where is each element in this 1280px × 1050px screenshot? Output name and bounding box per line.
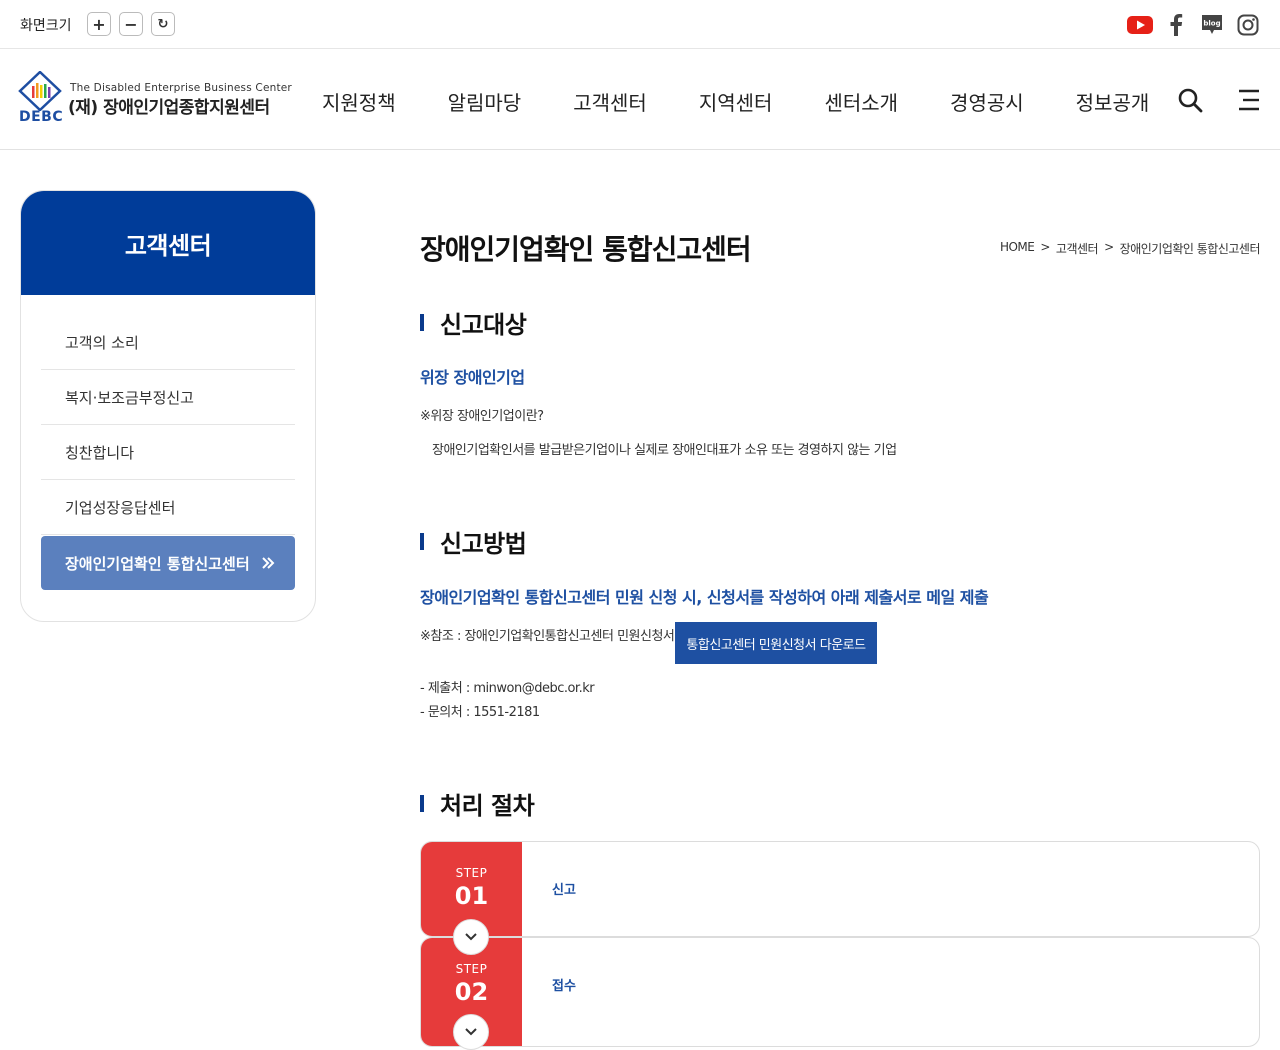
process-step-1: STEP 01 신고	[420, 841, 1260, 937]
facebook-icon[interactable]	[1163, 12, 1189, 38]
chevron-down-icon	[453, 919, 489, 955]
step-text: 접수	[552, 979, 576, 994]
sidebar-item-label: 복지·보조금부정신고	[65, 388, 194, 407]
zoom-reset-button[interactable]: ↻	[151, 12, 175, 36]
youtube-icon[interactable]	[1127, 12, 1153, 38]
report-method-subtitle: 장애인기업확인 통합신고센터 민원 신청 시, 신청서를 작성하여 아래 제출서…	[420, 588, 989, 607]
nav-item-support-policy[interactable]: 지원정책	[322, 87, 396, 116]
sidebar-item-fraud-report[interactable]: 복지·보조금부정신고	[41, 370, 295, 425]
step-label: STEP	[455, 962, 488, 976]
nav-item-management-disclosure[interactable]: 경영공시	[950, 87, 1024, 116]
step-label: STEP	[455, 866, 488, 880]
sidebar-title: 고객센터	[21, 191, 315, 295]
breadcrumb-separator: >	[1104, 240, 1114, 254]
main-navigation: 지원정책 알림마당 고객센터 지역센터 센터소개 경영공시 정보공개	[322, 87, 1201, 116]
heading-bar	[420, 795, 424, 812]
nav-item-info-disclosure[interactable]: 정보공개	[1076, 87, 1150, 116]
sidebar-item-label: 칭찬합니다	[65, 443, 135, 462]
submit-email: - 제출처 : minwon@debc.or.kr	[420, 681, 595, 696]
step-text: 신고	[552, 883, 576, 898]
nav-item-notices[interactable]: 알림마당	[448, 87, 522, 116]
breadcrumb-home[interactable]: HOME	[1000, 240, 1035, 257]
report-method-reference: ※참조 : 장애인기업확인통합신고센터 민원신청서	[420, 629, 675, 644]
step-number: 02	[454, 978, 489, 1006]
sidebar-item-growth-center[interactable]: 기업성장응답센터	[41, 480, 295, 535]
heading-bar	[420, 314, 424, 331]
nav-item-about[interactable]: 센터소개	[824, 87, 898, 116]
contact-phone: - 문의처 : 1551-2181	[420, 705, 540, 720]
report-target-definition: 장애인기업확인서를 발급받은기업이나 실제로 장애인대표가 소유 또는 경영하지…	[432, 443, 897, 458]
section-heading-text: 신고방법	[440, 530, 527, 558]
section-heading-process: 처리 절차	[420, 786, 535, 821]
heading-bar	[420, 533, 424, 550]
step-number: 01	[454, 882, 489, 910]
search-icon[interactable]	[1175, 85, 1205, 115]
section-heading-report-target: 신고대상	[420, 305, 527, 340]
section-heading-report-method: 신고방법	[420, 524, 527, 559]
logo-korean-name: (재) 장애인기업종합지원센터	[68, 98, 270, 118]
site-logo[interactable]: The Disabled Enterprise Business Center …	[18, 71, 292, 129]
sidebar-item-label: 장애인기업확인 통합신고센터	[65, 554, 250, 573]
logo-mark-icon	[18, 71, 62, 111]
sidebar-item-compliments[interactable]: 칭찬합니다	[41, 425, 295, 480]
zoom-out-button[interactable]: −	[119, 12, 143, 36]
section-heading-text: 신고대상	[440, 311, 527, 339]
sidebar: 고객센터 고객의 소리 복지·보조금부정신고 칭찬합니다 기업성장응답센터 장애…	[20, 190, 316, 622]
download-form-button[interactable]: 통합신고센터 민원신청서 다운로드	[675, 622, 877, 664]
instagram-icon[interactable]	[1235, 12, 1261, 38]
sidebar-menu: 고객의 소리 복지·보조금부정신고 칭찬합니다 기업성장응답센터 장애인기업확인…	[21, 295, 315, 590]
breadcrumb-separator: >	[1040, 240, 1050, 254]
breadcrumb-current: 장애인기업확인 통합신고센터	[1119, 242, 1261, 256]
zoom-label: 화면크기	[20, 18, 72, 34]
report-target-question: ※위장 장애인기업이란?	[420, 409, 544, 424]
page-title: 장애인기업확인 통합신고센터	[420, 233, 752, 266]
logo-abbreviation: DEBC	[19, 109, 64, 125]
zoom-in-button[interactable]: +	[87, 12, 111, 36]
nav-item-regional-center[interactable]: 지역센터	[699, 87, 773, 116]
chevron-down-icon	[453, 1014, 489, 1050]
sidebar-item-customer-voice[interactable]: 고객의 소리	[41, 315, 295, 370]
blog-icon[interactable]: blog	[1199, 12, 1225, 38]
sidebar-item-report-center[interactable]: 장애인기업확인 통합신고센터	[41, 536, 295, 590]
breadcrumb: HOME > 고객센터 > 장애인기업확인 통합신고센터	[1000, 240, 1261, 257]
nav-item-customer-center[interactable]: 고객센터	[573, 87, 647, 116]
breadcrumb-customer-center[interactable]: 고객센터	[1056, 240, 1099, 257]
sidebar-item-label: 기업성장응답센터	[65, 498, 176, 517]
double-chevron-right-icon	[262, 557, 275, 569]
process-step-2: STEP 02 접수	[420, 937, 1260, 1047]
svg-text:blog: blog	[1203, 20, 1220, 28]
site-header: The Disabled Enterprise Business Center …	[0, 49, 1280, 150]
section-heading-text: 처리 절차	[440, 792, 535, 820]
sidebar-item-label: 고객의 소리	[65, 333, 139, 352]
menu-icon[interactable]	[1234, 85, 1264, 115]
report-target-subtitle: 위장 장애인기업	[420, 368, 525, 387]
utility-bar: 화면크기 + − ↻ blog	[0, 0, 1280, 49]
